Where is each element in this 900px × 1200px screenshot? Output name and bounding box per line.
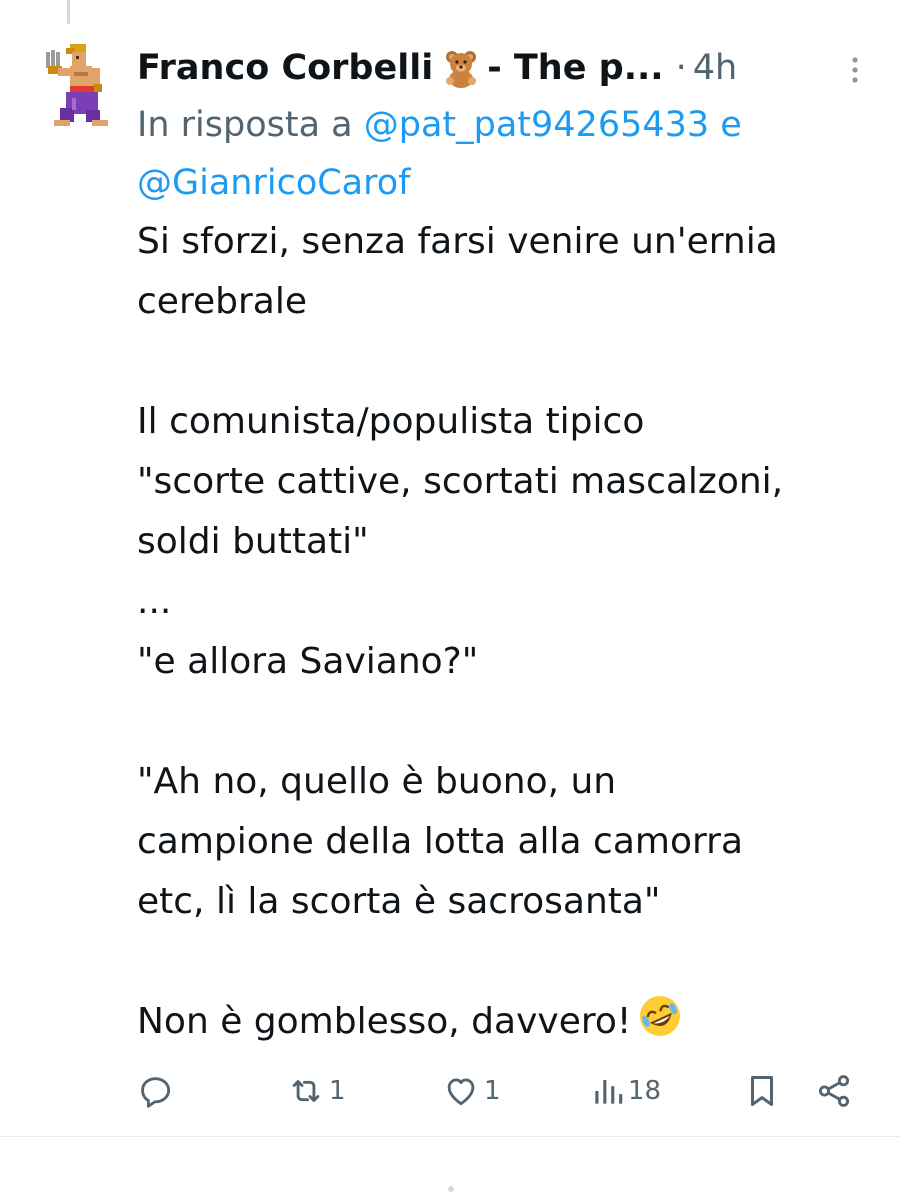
tweet-text: Si sforzi, senza farsi venire un'ernia c… (137, 212, 877, 1052)
timestamp[interactable]: 4h (693, 48, 737, 88)
meta-separator: · (675, 48, 687, 88)
avatar-pixel-art-icon (46, 44, 108, 126)
mention-link[interactable]: @GianricoCarof (137, 163, 411, 203)
reply-context: In risposta a @pat_pat94265433 e @Gianri… (137, 96, 877, 212)
tweet-divider (0, 1136, 900, 1137)
bookmark-button[interactable] (743, 1072, 781, 1110)
text-line: etc, lì la scorta è sacrosanta" (137, 881, 661, 922)
like-button[interactable]: 1 (442, 1072, 501, 1110)
text-line: campione della lotta alla camorra (137, 821, 744, 862)
retweet-button[interactable]: 1 (287, 1072, 346, 1110)
reply-icon (141, 1077, 171, 1108)
rolling-laughing-emoji-icon (637, 993, 683, 1039)
thread-dot (448, 1186, 454, 1192)
views-count: 18 (628, 1076, 662, 1106)
views-button[interactable]: 18 (592, 1072, 661, 1110)
share-icon (818, 1075, 850, 1107)
more-options-icon[interactable] (840, 50, 870, 90)
retweet-icon (292, 1080, 320, 1102)
reply-conjunction[interactable]: e (720, 105, 742, 145)
text-line: "e allora Saviano?" (137, 641, 479, 682)
tweet-header: Franco Corbelli - The p... · 4h (137, 42, 870, 94)
reply-prefix: In risposta a (137, 105, 353, 145)
mention-link[interactable]: @pat_pat94265433 (364, 105, 709, 145)
author-name[interactable]: Franco Corbelli (137, 48, 433, 88)
teddy-bear-emoji-icon (441, 48, 481, 88)
bookmark-icon (750, 1076, 774, 1106)
text-line: Non è gomblesso, davvero! (137, 1001, 632, 1042)
retweet-count: 1 (329, 1076, 346, 1106)
text-line: Il comunista/populista tipico (137, 401, 645, 442)
thread-connector-line (67, 0, 70, 24)
text-line: Si sforzi, senza farsi venire un'ernia (137, 221, 778, 262)
author-name-suffix[interactable]: - The p... (487, 48, 663, 88)
reply-button[interactable] (137, 1072, 179, 1110)
text-line-final: Non è gomblesso, davvero! (137, 992, 877, 1052)
views-icon (595, 1079, 623, 1104)
text-line: cerebrale (137, 281, 307, 322)
like-count: 1 (484, 1076, 501, 1106)
heart-icon (447, 1078, 475, 1106)
text-line: ... (137, 581, 172, 622)
text-line: soldi buttati" (137, 521, 369, 562)
text-line (137, 332, 877, 392)
share-button[interactable] (815, 1072, 853, 1110)
tweet-actions-bar: 1 1 18 (137, 1066, 867, 1118)
text-line: "Ah no, quello è buono, un (137, 761, 617, 802)
text-line: "scorte cattive, scortati mascalzoni, (137, 461, 784, 502)
text-line (137, 692, 877, 752)
text-line (137, 932, 877, 992)
avatar[interactable] (40, 38, 114, 130)
